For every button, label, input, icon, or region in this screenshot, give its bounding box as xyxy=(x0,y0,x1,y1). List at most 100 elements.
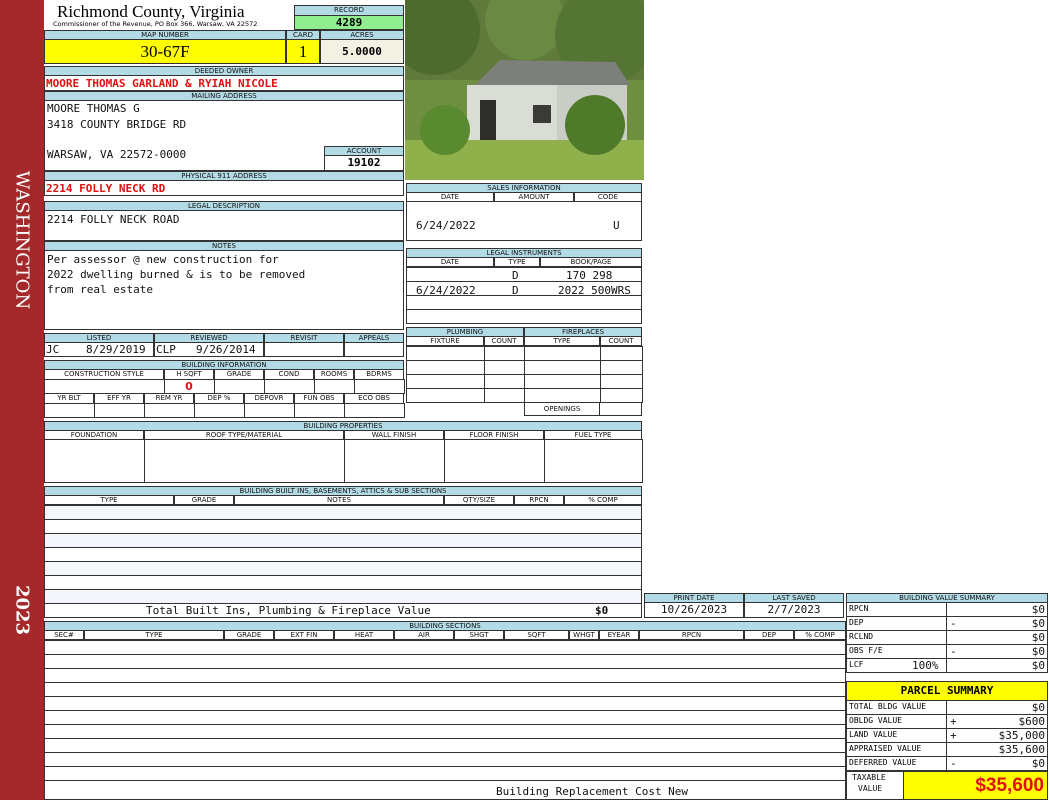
builtins-row xyxy=(44,505,642,520)
taxable-label: VALUE xyxy=(858,784,883,793)
fireplaces-cell xyxy=(524,360,601,375)
bvs-label: RCLND xyxy=(846,630,947,645)
builtins-row xyxy=(44,589,642,604)
notes-line1: Per assessor @ new construction for xyxy=(47,253,279,266)
section-row xyxy=(44,710,846,725)
fireplaces-cell xyxy=(600,360,643,375)
sections-col-header: TYPE xyxy=(84,630,224,640)
building-info-cell xyxy=(194,403,245,418)
building-info-cell xyxy=(44,379,165,394)
fireplaces-cell xyxy=(524,346,601,361)
building-info-cell xyxy=(354,379,405,394)
properties-cell xyxy=(44,439,145,483)
instrument-book: 2022 500WRS xyxy=(558,284,631,297)
card-value: 1 xyxy=(286,39,320,64)
bvs-label: OBS F/E xyxy=(846,644,947,659)
mailing-line3: WARSAW, VA 22572-0000 xyxy=(47,148,187,161)
fireplaces-col-header: COUNT xyxy=(600,336,642,346)
instrument-type: D xyxy=(512,269,519,282)
fireplaces-cell xyxy=(524,388,601,403)
plumbing-cell xyxy=(406,360,485,375)
account-value: 19102 xyxy=(324,155,404,171)
parcel-value: $600 xyxy=(1018,715,1046,728)
parcel-value: $35,000 xyxy=(998,729,1045,742)
openings-label: OPENINGS xyxy=(524,402,600,416)
instrument-date: 6/24/2022 xyxy=(416,284,476,297)
parcel-value: $35,600 xyxy=(998,743,1045,756)
plumbing-cell xyxy=(484,360,525,375)
building-info-cell xyxy=(264,379,315,394)
taxable-value: $35,600 xyxy=(903,771,1048,800)
plumbing-col-header: FIXTURE xyxy=(406,336,484,346)
instruments-col-header: BOOK/PAGE xyxy=(540,257,642,267)
section-footer xyxy=(44,780,846,800)
sections-col-header: EXT FIN xyxy=(274,630,334,640)
plumbing-col-header: COUNT xyxy=(484,336,524,346)
hsqft-value: 0 xyxy=(185,380,193,393)
builtins-col-header: TYPE xyxy=(44,495,174,505)
fireplaces-cell xyxy=(600,346,643,361)
instruments-col-header: TYPE xyxy=(494,257,540,267)
legal-description-value: 2214 FOLLY NECK ROAD xyxy=(47,213,180,226)
builtins-row xyxy=(44,575,642,590)
plumbing-cell xyxy=(484,346,525,361)
bvs-value: $0 xyxy=(1031,603,1045,616)
building-info-cell xyxy=(244,403,295,418)
sections-col-header: % COMP xyxy=(794,630,846,640)
parcel-value: $0 xyxy=(1031,701,1045,714)
sections-col-header: AIR xyxy=(394,630,454,640)
section-row xyxy=(44,668,846,683)
bvs-label: RPCN xyxy=(846,602,947,617)
builtins-col-header: RPCN xyxy=(514,495,564,505)
plumbing-cell xyxy=(406,388,485,403)
sales-col-header: AMOUNT xyxy=(494,192,574,202)
instrument-type: D xyxy=(512,284,519,297)
plumbing-cell xyxy=(406,374,485,389)
side-bar xyxy=(0,0,44,800)
builtins-row xyxy=(44,519,642,534)
reviewed-date: 9/26/2014 xyxy=(196,343,256,356)
fireplaces-cell xyxy=(600,388,643,403)
page-title: Richmond County, Virginia xyxy=(57,2,245,21)
properties-cell xyxy=(444,439,545,483)
instrument-row xyxy=(406,295,642,310)
mailing-line1: MOORE THOMAS G xyxy=(47,102,140,115)
deeded-owner-value: MOORE THOMAS GARLAND & RYIAH NICOLE xyxy=(46,77,278,90)
listed-by: JC xyxy=(46,343,60,356)
section-row xyxy=(44,696,846,711)
parcel-summary-label: PARCEL SUMMARY xyxy=(846,681,1048,701)
building-info-cell xyxy=(294,403,345,418)
section-row xyxy=(44,752,846,767)
sections-col-header: SQFT xyxy=(504,630,569,640)
parcel-value: $0 xyxy=(1031,757,1045,770)
bvs-value: $0 xyxy=(1031,659,1045,672)
builtins-total-value: $0 xyxy=(595,604,609,617)
notes-line2: 2022 dwelling burned & is to be removed xyxy=(47,268,306,281)
building-info-cell xyxy=(94,403,145,418)
section-row xyxy=(44,640,846,655)
builtins-col-header: % COMP xyxy=(564,495,642,505)
replacement-cost-label: Building Replacement Cost New xyxy=(496,785,689,798)
sales-code: U xyxy=(613,219,620,232)
print-date-value: 10/26/2023 xyxy=(644,602,744,618)
mailing-line2: 3418 COUNTY BRIDGE RD xyxy=(47,118,187,131)
side-year: 2023 xyxy=(11,584,33,636)
parcel-label: LAND VALUE xyxy=(846,728,947,743)
map-number-value: 30-67F xyxy=(44,39,286,64)
sections-col-header: EYEAR xyxy=(599,630,639,640)
plumbing-cell xyxy=(484,374,525,389)
sections-col-header: SHGT xyxy=(454,630,504,640)
builtins-col-header: QTY/SIZE xyxy=(444,495,514,505)
side-county-label: WASHINGTON xyxy=(11,170,33,310)
building-info-cell xyxy=(44,403,95,418)
properties-cell xyxy=(544,439,643,483)
parcel-label: APPRAISED VALUE xyxy=(846,742,947,757)
section-row xyxy=(44,766,846,781)
property-photo xyxy=(405,0,644,180)
building-info-cell xyxy=(144,403,195,418)
parcel-label: DEFERRED VALUE xyxy=(846,756,947,771)
properties-cell xyxy=(344,439,445,483)
building-info-cell xyxy=(344,403,405,418)
record-value: 4289 xyxy=(294,15,404,30)
fireplaces-col-header: TYPE xyxy=(524,336,600,346)
